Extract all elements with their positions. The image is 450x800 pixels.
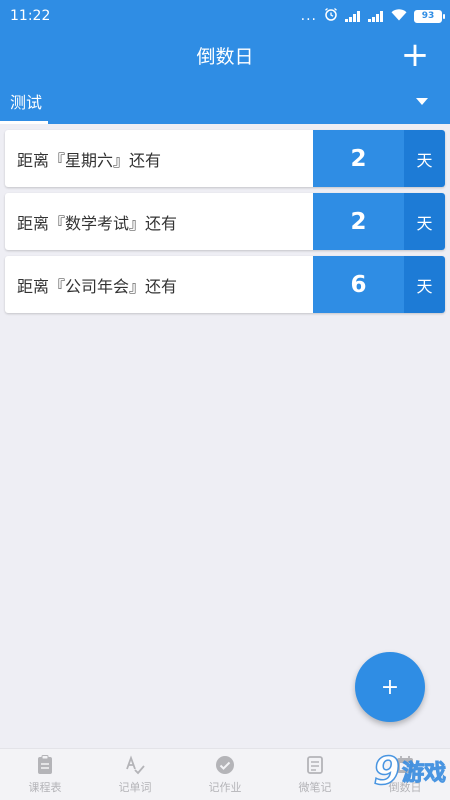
countdown-unit: 天 bbox=[404, 256, 445, 313]
countdown-card[interactable]: 距离『星期六』还有 2 天 bbox=[5, 130, 445, 187]
countdown-unit: 天 bbox=[404, 193, 445, 250]
battery-icon: 93 bbox=[414, 9, 445, 23]
page-title: 倒数日 bbox=[196, 45, 254, 68]
nav-label: 微笔记 bbox=[298, 781, 332, 794]
signal-icon-2 bbox=[368, 10, 384, 22]
watermark-logo: 9 游戏 bbox=[373, 749, 447, 793]
countdown-label: 距离『公司年会』还有 bbox=[17, 276, 178, 296]
spell-check-icon bbox=[124, 754, 146, 776]
alarm-icon bbox=[324, 7, 338, 25]
tab-indicator bbox=[0, 121, 48, 124]
check-circle-icon bbox=[214, 754, 236, 776]
wifi-icon bbox=[391, 8, 407, 25]
nav-label: 记作业 bbox=[208, 781, 242, 794]
nav-label: 课程表 bbox=[28, 781, 62, 794]
tab-bar: 测试 bbox=[0, 78, 450, 124]
countdown-unit: 天 bbox=[404, 130, 445, 187]
clipboard-icon bbox=[34, 754, 56, 776]
countdown-label: 距离『数学考试』还有 bbox=[17, 213, 178, 233]
note-icon bbox=[304, 754, 326, 776]
nav-item-schedule[interactable]: 课程表 bbox=[0, 749, 90, 800]
nav-item-homework[interactable]: 记作业 bbox=[180, 749, 270, 800]
dropdown-arrow-icon[interactable] bbox=[416, 98, 428, 105]
status-icons: ... 93 bbox=[300, 7, 445, 25]
countdown-card[interactable]: 距离『公司年会』还有 6 天 bbox=[5, 256, 445, 313]
nav-item-notes[interactable]: 微笔记 bbox=[270, 749, 360, 800]
countdown-days: 2 bbox=[313, 130, 404, 187]
countdown-days: 6 bbox=[313, 256, 404, 313]
nav-label: 记单词 bbox=[118, 781, 152, 794]
status-dots: ... bbox=[300, 8, 317, 24]
status-time: 11:22 bbox=[10, 8, 51, 24]
countdown-days: 2 bbox=[313, 193, 404, 250]
countdown-list: 距离『星期六』还有 2 天 距离『数学考试』还有 2 天 距离『公司年会』还有 … bbox=[5, 130, 445, 319]
countdown-card[interactable]: 距离『数学考试』还有 2 天 bbox=[5, 193, 445, 250]
tab-test[interactable]: 测试 bbox=[0, 78, 52, 124]
floating-add-button[interactable]: + bbox=[355, 652, 425, 722]
tab-label: 测试 bbox=[9, 93, 42, 112]
watermark-number: 9 bbox=[373, 749, 401, 793]
countdown-label: 距离『星期六』还有 bbox=[17, 150, 162, 170]
watermark-text: 游戏 bbox=[401, 761, 446, 787]
nav-item-words[interactable]: 记单词 bbox=[90, 749, 180, 800]
status-bar: 11:22 ... 93 bbox=[0, 0, 450, 32]
app-bar: 倒数日 + bbox=[0, 32, 450, 78]
add-button[interactable]: + bbox=[398, 38, 432, 72]
signal-icon bbox=[345, 10, 361, 22]
